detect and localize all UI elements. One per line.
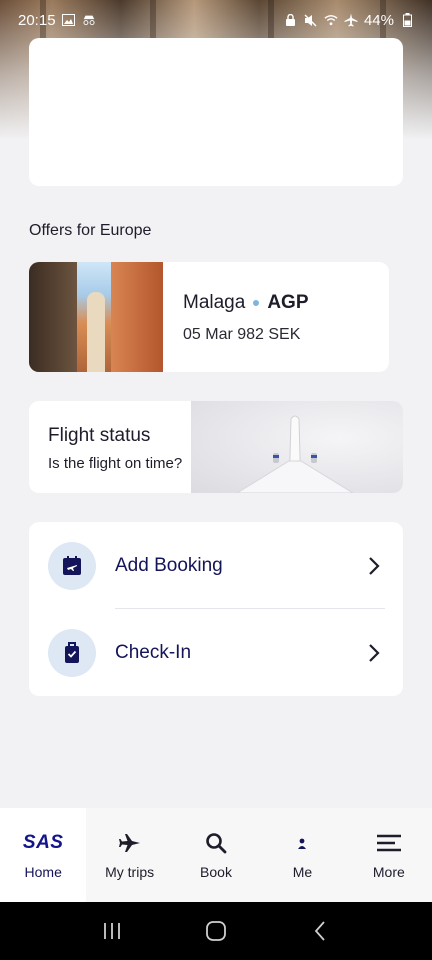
boarding-pass-icon [48, 541, 96, 590]
add-booking-label: Add Booking [115, 554, 223, 576]
check-in-label: Check-In [115, 641, 192, 663]
luggage-icon [48, 628, 96, 677]
system-navigation-bar [0, 902, 432, 960]
flight-status-card[interactable]: Flight status Is the flight on time? [29, 401, 403, 493]
chevron-right-icon [369, 643, 380, 662]
separator-dot-icon [253, 300, 260, 306]
nav-book-label: Book [200, 864, 232, 880]
sas-logo: SAS [22, 832, 64, 853]
menu-icon [376, 830, 402, 856]
add-booking-button[interactable]: Add Booking [29, 522, 403, 609]
search-icon [205, 830, 227, 856]
nav-my-trips-label: My trips [105, 864, 155, 880]
incognito-icon [82, 13, 96, 27]
airplane-icon [344, 13, 358, 27]
offer-destination: Malaga AGP [183, 292, 309, 314]
offers-section-title: Offers for Europe [29, 222, 152, 239]
status-bar: 20:15 44% [0, 0, 432, 40]
airplane-illustration [191, 401, 403, 493]
lock-icon [284, 13, 298, 27]
offer-date-price: 05 Mar 982 SEK [183, 326, 301, 343]
nav-me-label: Me [292, 864, 313, 880]
nav-home[interactable]: SAS Home [0, 808, 87, 902]
bottom-nav: SAS Home My trips Book Me More [0, 808, 432, 902]
recent-apps-icon[interactable] [92, 911, 132, 951]
actions-card: Add Booking Check-In [29, 522, 403, 696]
airplane-icon [118, 830, 142, 856]
offer-airport-code: AGP [267, 292, 309, 313]
app-screen: 20:15 44% Offers for Europe Malaga AGP 0… [0, 0, 432, 960]
status-time: 20:15 [18, 11, 56, 29]
chevron-right-icon [369, 556, 380, 575]
flight-status-title: Flight status [48, 425, 151, 446]
battery-icon [400, 13, 414, 27]
flight-status-subtitle: Is the flight on time? [48, 455, 183, 472]
mute-icon [304, 13, 318, 27]
nav-my-trips[interactable]: My trips [86, 808, 172, 902]
offer-city: Malaga [183, 292, 246, 313]
nav-me[interactable]: Me [259, 808, 345, 902]
wifi-icon [324, 13, 338, 27]
person-icon [296, 830, 308, 856]
nav-more[interactable]: More [346, 808, 432, 902]
nav-more-label: More [372, 864, 405, 880]
check-in-button[interactable]: Check-In [29, 609, 403, 696]
gallery-icon [62, 13, 76, 27]
nav-home-label: Home [24, 864, 62, 880]
home-button-icon[interactable] [196, 911, 236, 951]
offer-card-malaga[interactable]: Malaga AGP 05 Mar 982 SEK [29, 262, 389, 372]
battery-level: 44% [363, 11, 394, 29]
promo-card[interactable] [29, 38, 403, 186]
nav-book[interactable]: Book [173, 808, 259, 902]
offer-image [29, 262, 163, 372]
back-icon[interactable] [300, 911, 340, 951]
